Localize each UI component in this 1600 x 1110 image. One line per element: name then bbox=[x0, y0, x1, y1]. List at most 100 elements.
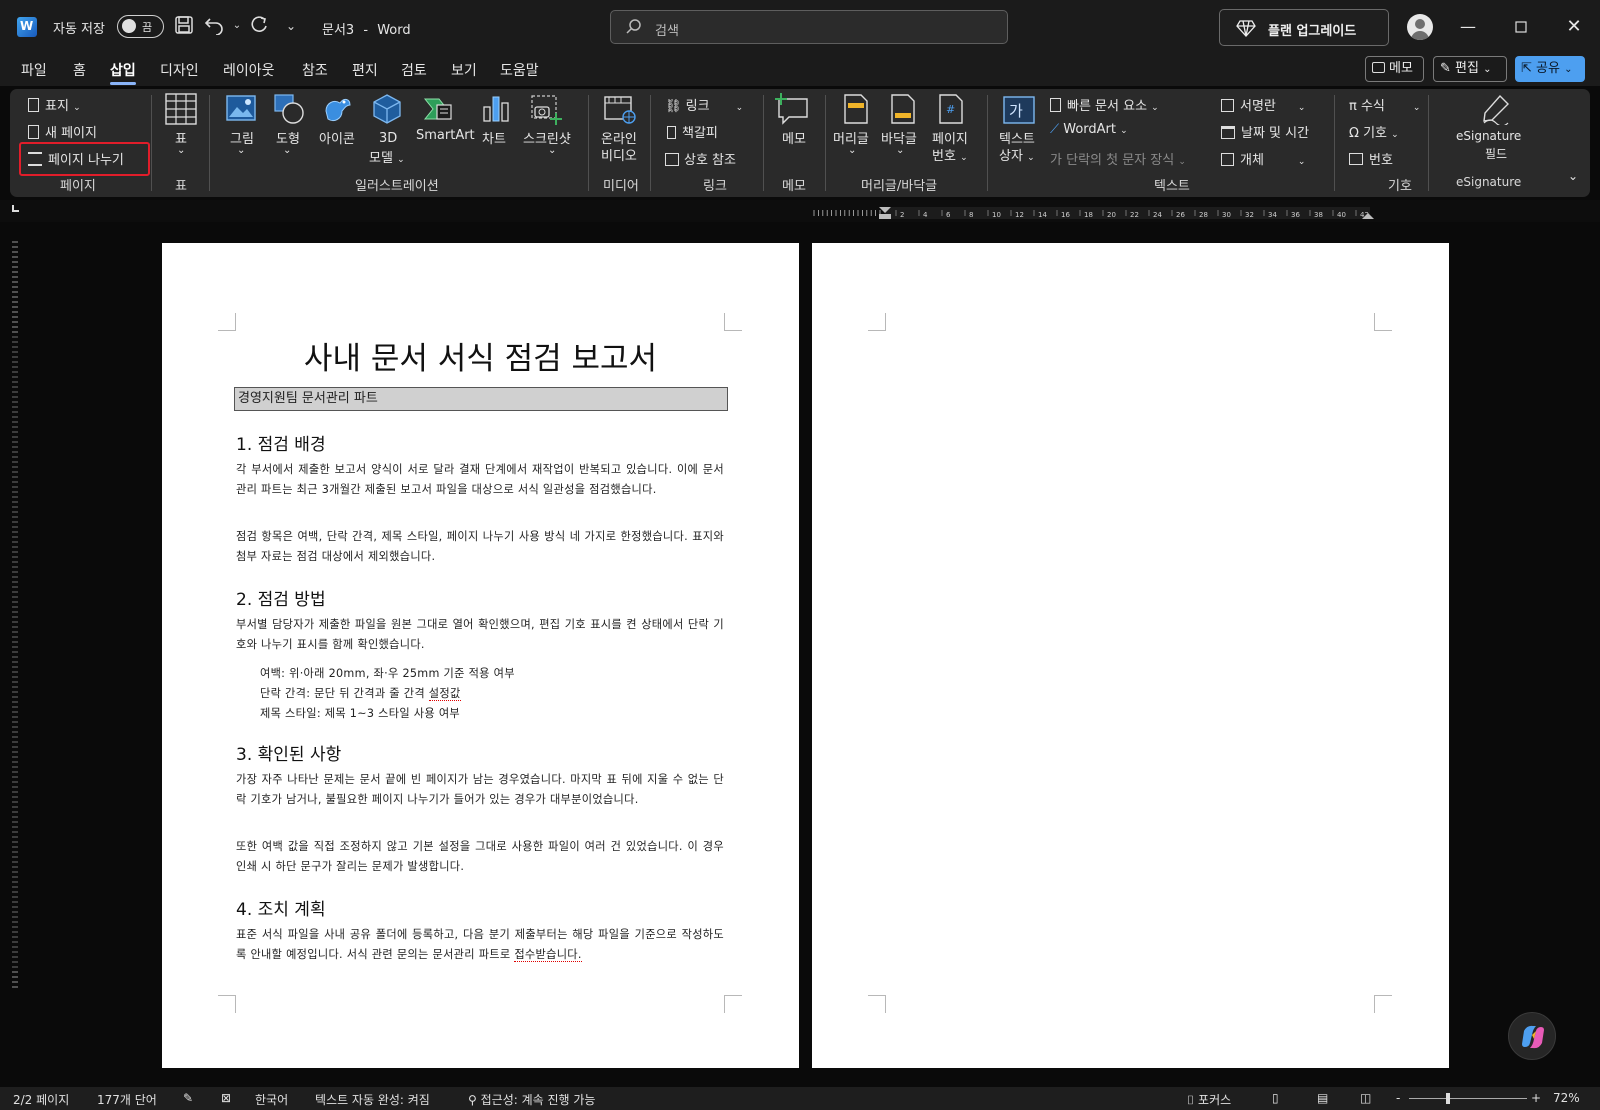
zoom-slider[interactable] bbox=[1409, 1098, 1527, 1099]
header-icon[interactable] bbox=[843, 93, 869, 129]
drop-cap-button[interactable]: 가 단락의 첫 문자 장식 ⌄ bbox=[1050, 149, 1186, 168]
icons-icon[interactable] bbox=[320, 93, 352, 129]
language-indicator[interactable]: 한국어 bbox=[255, 1091, 288, 1108]
esignature-icon[interactable] bbox=[1480, 93, 1512, 129]
3d-models-label-1[interactable]: 3D bbox=[379, 131, 397, 146]
date-time-button[interactable]: 날짜 및 시간 bbox=[1221, 122, 1309, 141]
page-number-label-2[interactable]: 번호 ⌄ bbox=[932, 145, 968, 164]
number-button[interactable]: 번호 bbox=[1349, 149, 1393, 168]
read-mode-icon[interactable]: ▯ bbox=[1272, 1091, 1279, 1105]
avatar[interactable] bbox=[1407, 14, 1433, 40]
minimize-icon[interactable]: — bbox=[1454, 14, 1482, 40]
zoom-level[interactable]: 72% bbox=[1553, 1091, 1580, 1105]
word-count[interactable]: 177개 단어 bbox=[97, 1091, 157, 1108]
footer-icon[interactable] bbox=[890, 93, 916, 129]
zoom-out-button[interactable]: - bbox=[1396, 1091, 1400, 1105]
document-page-1[interactable]: 사내 문서 서식 점검 보고서 경영지원팀 문서관리 파트 1. 점검 배경 각… bbox=[162, 243, 799, 1068]
tab-layout[interactable]: 레이아웃 bbox=[223, 60, 275, 80]
tab-selector-icon[interactable] bbox=[12, 205, 19, 212]
tab-insert[interactable]: 삽입 bbox=[110, 60, 136, 85]
share-button[interactable]: ⇱ 공유 ⌄ bbox=[1515, 56, 1585, 82]
chart-icon[interactable] bbox=[481, 93, 511, 127]
maximize-icon[interactable] bbox=[1507, 14, 1535, 40]
shapes-icon[interactable] bbox=[273, 93, 305, 129]
icons-label[interactable]: 아이콘 bbox=[319, 128, 355, 147]
link-button[interactable]: ⛓ 링크 ⌄ bbox=[665, 95, 743, 114]
tab-home[interactable]: 홈 bbox=[73, 60, 86, 80]
blank-page-button[interactable]: 새 페이지 bbox=[28, 122, 97, 141]
text-predictions-status[interactable]: 텍스트 자동 완성: 켜짐 bbox=[315, 1091, 430, 1108]
equation-button[interactable]: π 수식 ⌄ bbox=[1349, 95, 1420, 114]
esignature-field-label-2[interactable]: 필드 bbox=[1485, 145, 1507, 162]
print-layout-icon[interactable]: ▤ bbox=[1317, 1091, 1328, 1105]
accessibility-status[interactable]: ⚲ 접근성: 계속 진행 가능 bbox=[468, 1091, 595, 1108]
save-icon[interactable] bbox=[173, 15, 195, 37]
quick-parts-button[interactable]: 빠른 문서 요소 ⌄ bbox=[1050, 95, 1159, 114]
online-video-icon[interactable] bbox=[603, 95, 637, 129]
customize-toolbar-icon[interactable]: ⌄ bbox=[280, 15, 302, 37]
signature-line-button[interactable]: 서명란 ⌄ bbox=[1221, 95, 1305, 114]
bookmark-button[interactable]: 책갈피 bbox=[667, 122, 718, 141]
esignature-field-label-1[interactable]: eSignature bbox=[1456, 129, 1521, 143]
tab-review[interactable]: 검토 bbox=[401, 60, 427, 80]
tab-references[interactable]: 참조 bbox=[302, 60, 328, 80]
text-box-label-2[interactable]: 상자 ⌄ bbox=[999, 145, 1035, 164]
tab-design[interactable]: 디자인 bbox=[160, 60, 199, 80]
smartart-label[interactable]: SmartArt bbox=[416, 128, 475, 143]
cross-reference-button[interactable]: 상호 참조 bbox=[665, 149, 736, 168]
vertical-ruler[interactable] bbox=[9, 240, 21, 1000]
cover-page-button[interactable]: 표지 ⌄ bbox=[28, 95, 81, 114]
chart-label[interactable]: 차트 bbox=[482, 128, 506, 147]
screenshot-label[interactable]: 스크린샷 bbox=[523, 128, 571, 147]
group-label-esignature: eSignature bbox=[1456, 175, 1522, 189]
3d-models-label-2[interactable]: 모델 ⌄ bbox=[369, 147, 405, 166]
cross-reference-label: 상호 참조 bbox=[684, 153, 736, 168]
undo-icon[interactable] bbox=[204, 15, 226, 37]
proofing-icon[interactable]: ✎ bbox=[183, 1091, 193, 1105]
object-label: 개체 bbox=[1240, 153, 1264, 168]
ruler-number: 32 bbox=[1245, 211, 1254, 219]
comment-icon bbox=[1372, 62, 1385, 73]
object-button[interactable]: 개체 ⌄ bbox=[1221, 149, 1305, 168]
comments-button[interactable]: 메모 bbox=[1365, 56, 1424, 82]
page-number-icon[interactable]: # bbox=[938, 93, 964, 129]
undo-dropdown-icon[interactable]: ⌄ bbox=[226, 15, 248, 37]
zoom-slider-thumb[interactable] bbox=[1446, 1093, 1450, 1104]
table-icon[interactable] bbox=[165, 93, 197, 129]
3d-models-icon[interactable] bbox=[371, 93, 403, 129]
autosave-toggle[interactable]: 끔 bbox=[117, 15, 164, 38]
copilot-button[interactable] bbox=[1508, 1012, 1556, 1060]
horizontal-ruler[interactable]: 2 4 6 8 10 12 14 16 18 20 22 24 26 28 30 32 34 36 38 40 42 bbox=[810, 207, 1430, 219]
web-layout-icon[interactable]: ◫ bbox=[1360, 1091, 1371, 1105]
new-comment-label[interactable]: 메모 bbox=[782, 128, 806, 147]
collapse-ribbon-icon[interactable]: ⌄ bbox=[1568, 169, 1578, 183]
text-box-icon[interactable]: 가 bbox=[1002, 95, 1036, 129]
new-comment-icon[interactable] bbox=[775, 93, 809, 129]
document-page-2[interactable] bbox=[812, 243, 1449, 1068]
symbol-button[interactable]: Ω 기호 ⌄ bbox=[1349, 122, 1399, 141]
accessibility-icon: ⚲ bbox=[468, 1093, 477, 1107]
tab-mailings[interactable]: 편지 bbox=[352, 60, 378, 80]
smartart-icon[interactable] bbox=[423, 95, 453, 127]
wordart-label: WordArt bbox=[1063, 122, 1116, 137]
symbol-label: 기호 bbox=[1363, 126, 1387, 141]
tab-view[interactable]: 보기 bbox=[451, 60, 477, 80]
page-count[interactable]: 2/2 페이지 bbox=[13, 1091, 69, 1108]
accessibility-view-icon[interactable]: ⊠ bbox=[221, 1091, 231, 1105]
group-label-links: 링크 bbox=[703, 179, 727, 194]
upgrade-plan-button[interactable]: 플랜 업그레이드 bbox=[1219, 9, 1389, 46]
search-input[interactable]: 검색 bbox=[610, 10, 1008, 44]
tab-file[interactable]: 파일 bbox=[21, 60, 47, 80]
focus-button[interactable]: ⌷ 포커스 bbox=[1187, 1091, 1231, 1108]
wordart-button[interactable]: ⟋ WordArt ⌄ bbox=[1050, 122, 1128, 137]
redo-icon[interactable] bbox=[248, 15, 270, 37]
online-video-label-2[interactable]: 비디오 bbox=[601, 145, 637, 164]
editing-mode-button[interactable]: ✎ 편집 ⌄ bbox=[1433, 56, 1507, 82]
number-icon bbox=[1349, 153, 1363, 165]
tab-help[interactable]: 도움말 bbox=[500, 60, 539, 80]
close-icon[interactable]: ✕ bbox=[1560, 14, 1588, 40]
screenshot-icon[interactable] bbox=[529, 93, 563, 129]
zoom-in-button[interactable]: + bbox=[1531, 1091, 1541, 1105]
drop-cap-label: 단락의 첫 문자 장식 bbox=[1066, 153, 1175, 168]
picture-icon[interactable] bbox=[226, 95, 256, 125]
